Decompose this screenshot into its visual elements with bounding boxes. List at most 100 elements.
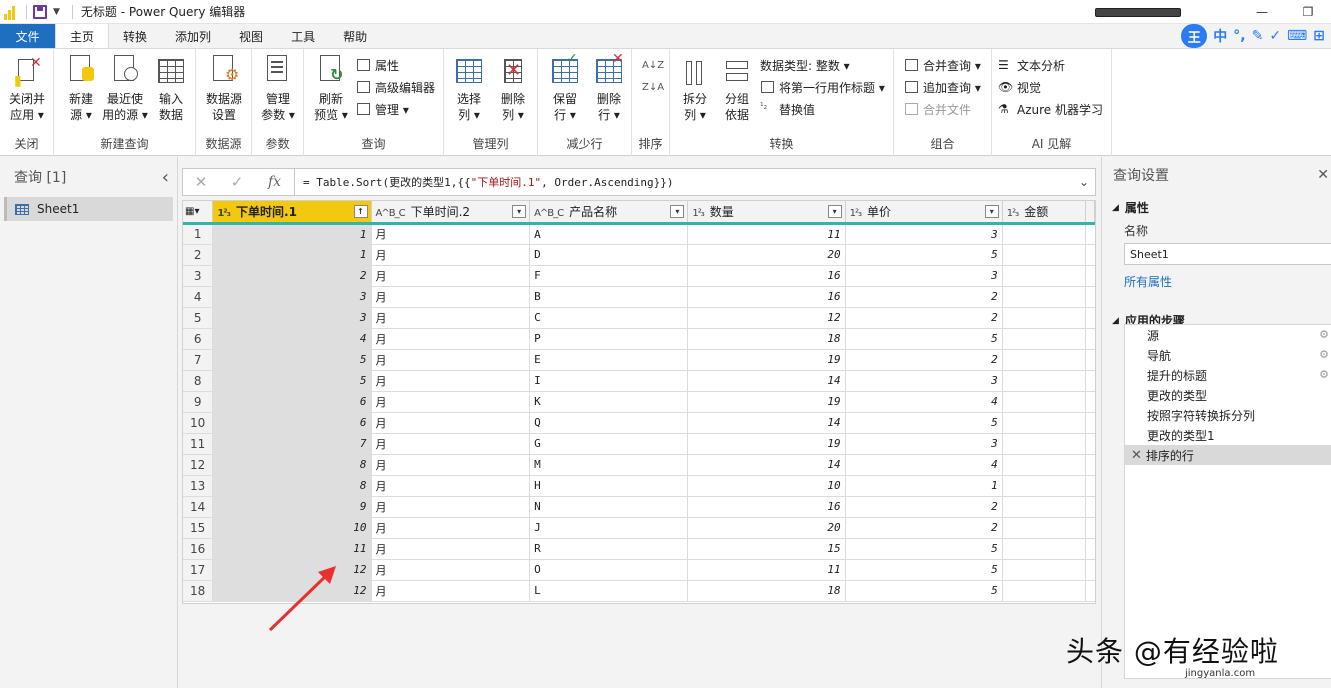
table-cell[interactable]: 4	[845, 454, 1003, 476]
table-cell[interactable]: 2	[845, 307, 1003, 329]
table-cell[interactable]: 月	[371, 328, 531, 350]
filter-dropdown-icon[interactable]: ▾	[827, 205, 842, 218]
azure-ml-button[interactable]: ⚗ Azure 机器学习	[998, 99, 1103, 119]
quick-access-dropdown-icon[interactable]: ▼	[53, 7, 60, 17]
column-header[interactable]: A^B_C 下单时间.2 ▾	[371, 201, 531, 225]
table-cell[interactable]: 14	[687, 370, 846, 392]
table-row[interactable]: 14 9 月 N 16 2	[183, 496, 1095, 518]
table-cell[interactable]: 2	[845, 517, 1003, 539]
save-icon[interactable]	[33, 4, 47, 19]
column-type-icon[interactable]: A^B_C	[534, 208, 564, 219]
table-cell[interactable]: 2	[845, 286, 1003, 308]
merge-queries-button[interactable]: 合并查询 ▾	[904, 55, 981, 75]
table-cell[interactable]: 6	[212, 391, 372, 413]
sort-filter-icon[interactable]: ↑	[353, 205, 368, 218]
table-cell[interactable]: 月	[371, 391, 531, 413]
column-type-icon[interactable]: 1²₃	[692, 208, 704, 219]
table-cell[interactable]: 20	[687, 244, 846, 266]
table-cell[interactable]: 5	[845, 538, 1003, 560]
tab-help[interactable]: 帮助	[329, 24, 381, 48]
applied-step[interactable]: ✕ 排序的行	[1125, 445, 1331, 465]
table-cell[interactable]: 2	[845, 496, 1003, 518]
tab-add-column[interactable]: 添加列	[161, 24, 225, 48]
table-row[interactable]: 2 1 月 D 20 5	[183, 244, 1095, 266]
table-cell[interactable]	[1002, 370, 1087, 392]
table-cell[interactable]	[1002, 538, 1087, 560]
applied-step[interactable]: 提升的标题 ⚙	[1125, 365, 1331, 385]
properties-section[interactable]: ◢ 属性	[1102, 199, 1331, 216]
table-cell[interactable]: 5	[845, 559, 1003, 581]
commit-formula-icon[interactable]: ✓	[219, 173, 255, 191]
step-settings-icon[interactable]: ⚙	[1319, 348, 1329, 361]
expand-formula-icon[interactable]: ⌄	[1073, 175, 1095, 189]
table-cell[interactable]: 月	[371, 286, 531, 308]
table-cell[interactable]	[1002, 286, 1087, 308]
table-cell[interactable]: 8	[212, 454, 372, 476]
table-cell[interactable]: 月	[371, 475, 531, 497]
ime-handwrite-icon[interactable]: ✎	[1252, 28, 1264, 44]
column-header[interactable]: 1²₃ 下单时间.1 ↑	[212, 201, 372, 225]
table-cell[interactable]	[1002, 328, 1087, 350]
table-cell[interactable]: B	[529, 286, 689, 308]
table-row[interactable]: 8 5 月 I 14 3	[183, 370, 1095, 392]
table-cell[interactable]: 16	[687, 286, 846, 308]
table-row[interactable]: 15 10 月 J 20 2	[183, 517, 1095, 539]
applied-step[interactable]: 源 ⚙	[1125, 325, 1331, 345]
table-cell[interactable]: 3	[845, 265, 1003, 287]
table-cell[interactable]: F	[529, 265, 689, 287]
table-cell[interactable]: 10	[687, 475, 846, 497]
remove-columns-button[interactable]: ✕ 删除 列 ▾	[490, 55, 536, 123]
table-cell[interactable]: 18	[687, 328, 846, 350]
table-cell[interactable]: 19	[687, 433, 846, 455]
first-row-header-button[interactable]: 将第一行用作标题 ▾	[760, 77, 885, 97]
table-cell[interactable]: 5	[845, 244, 1003, 266]
collapse-panel-icon[interactable]: ‹	[162, 167, 169, 188]
sort-descending-button[interactable]: Z↓A	[642, 77, 664, 97]
table-cell[interactable]: 5	[845, 412, 1003, 434]
table-cell[interactable]: 14	[687, 454, 846, 476]
table-cell[interactable]	[1002, 265, 1087, 287]
table-cell[interactable]	[1002, 454, 1087, 476]
table-cell[interactable]: 5	[212, 370, 372, 392]
column-type-icon[interactable]: 1²₃	[217, 208, 231, 219]
table-cell[interactable]: 11	[687, 223, 846, 245]
table-row[interactable]: 12 8 月 M 14 4	[183, 454, 1095, 476]
tab-view[interactable]: 视图	[225, 24, 277, 48]
step-settings-icon[interactable]: ⚙	[1319, 368, 1329, 381]
column-header[interactable]: 1²₃ 金额	[1002, 201, 1087, 225]
table-cell[interactable]: J	[529, 517, 689, 539]
table-cell[interactable]: 月	[371, 307, 531, 329]
applied-step[interactable]: 按照字符转换拆分列	[1125, 405, 1331, 425]
table-row[interactable]: 3 2 月 F 16 3	[183, 265, 1095, 287]
table-cell[interactable]: 16	[687, 496, 846, 518]
column-header[interactable]: A^B_C 产品名称 ▾	[529, 201, 689, 225]
enter-data-button[interactable]: 输入 数据	[148, 55, 194, 123]
vision-button[interactable]: 👁 视觉	[998, 77, 1041, 97]
ime-check-icon[interactable]: ✓	[1269, 28, 1281, 44]
table-cell[interactable]: 8	[212, 475, 372, 497]
close-apply-button[interactable]: ✕ ▮ 关闭并 应用 ▾	[4, 55, 50, 123]
applied-step[interactable]: 导航 ⚙	[1125, 345, 1331, 365]
table-cell[interactable]: 月	[371, 517, 531, 539]
table-cell[interactable]: 月	[371, 454, 531, 476]
properties-button[interactable]: 属性	[356, 55, 399, 75]
ime-chinese-mode[interactable]: 中	[1213, 26, 1227, 46]
table-cell[interactable]: 月	[371, 265, 531, 287]
table-cell[interactable]: 15	[687, 538, 846, 560]
table-menu-icon[interactable]: ▦▾	[183, 201, 214, 225]
table-cell[interactable]	[1002, 580, 1087, 602]
manage-query-button[interactable]: 管理 ▾	[356, 99, 409, 119]
table-cell[interactable]: 月	[371, 349, 531, 371]
table-cell[interactable]: 月	[371, 496, 531, 518]
tab-tools[interactable]: 工具	[277, 24, 329, 48]
table-cell[interactable]: 3	[845, 433, 1003, 455]
group-by-button[interactable]: 分组 依据	[714, 55, 760, 123]
table-cell[interactable]: 1	[845, 475, 1003, 497]
new-source-button[interactable]: 新建 源 ▾	[58, 55, 104, 123]
table-cell[interactable]	[1002, 433, 1087, 455]
table-cell[interactable]	[1002, 391, 1087, 413]
table-cell[interactable]: I	[529, 370, 689, 392]
applied-step[interactable]: 更改的类型	[1125, 385, 1331, 405]
table-cell[interactable]: D	[529, 244, 689, 266]
table-cell[interactable]: 12	[687, 307, 846, 329]
